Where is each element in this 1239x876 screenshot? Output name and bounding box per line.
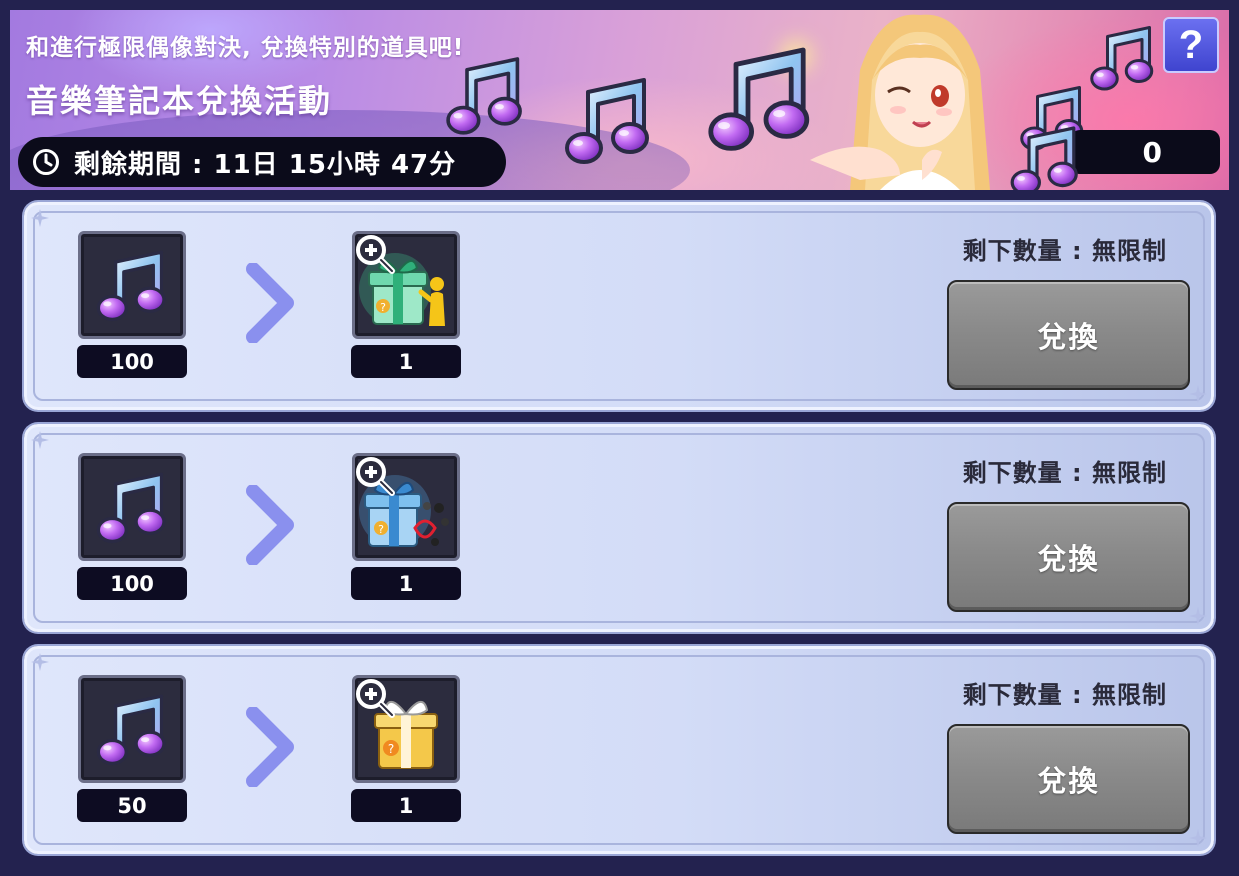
- sparkle-icon: [31, 209, 49, 227]
- music-note-icon: [700, 38, 820, 158]
- music-note-icon: [96, 694, 166, 766]
- banner-title: 音樂筆記本兌換活動: [26, 82, 333, 120]
- music-note-icon: [96, 472, 166, 544]
- cost-amount: 100: [77, 345, 187, 378]
- sparkle-icon: [31, 431, 49, 449]
- exchange-button[interactable]: 兌換: [947, 724, 1190, 834]
- zoom-in-icon[interactable]: [355, 678, 395, 718]
- sparkle-icon: [1189, 385, 1207, 403]
- exchange-button[interactable]: 兌換: [947, 502, 1190, 612]
- svg-text:?: ?: [378, 523, 384, 536]
- music-note-icon: [96, 250, 166, 322]
- music-note-icon: [440, 50, 530, 140]
- cost-item-slot: [78, 453, 186, 561]
- reward-amount: 1: [351, 567, 461, 600]
- music-note-icon: [1085, 20, 1160, 95]
- remaining-quantity-label: 剩下數量 : 無限制: [962, 237, 1167, 265]
- arrow-right-icon: [246, 707, 294, 787]
- sparkle-icon: [1189, 829, 1207, 847]
- music-note-currency-icon: [1005, 120, 1085, 190]
- music-note-icon: [558, 70, 658, 170]
- remaining-quantity-label: 剩下數量 : 無限制: [962, 459, 1167, 487]
- svg-text:?: ?: [380, 301, 386, 314]
- remaining-time-pill: 剩餘期間 : 11日 15小時 47分: [18, 137, 506, 187]
- cost-item-slot: [78, 231, 186, 339]
- cost-amount: 50: [77, 789, 187, 822]
- reward-amount: 1: [351, 345, 461, 378]
- remaining-time-text: 剩餘期間 : 11日 15小時 47分: [74, 149, 457, 180]
- exchange-button[interactable]: 兌換: [947, 280, 1190, 390]
- event-banner: 和進行極限偶像對決, 兌換特別的道具吧! 音樂筆記本兌換活動 剩餘期間 : 11…: [10, 10, 1229, 190]
- reward-amount: 1: [351, 789, 461, 822]
- sparkle-icon: [1189, 607, 1207, 625]
- cost-item-slot: [78, 675, 186, 783]
- currency-count: 0: [1142, 136, 1162, 169]
- reward-item-slot[interactable]: ?: [352, 675, 460, 783]
- reward-item-slot[interactable]: ?: [352, 231, 460, 339]
- arrow-right-icon: [246, 485, 294, 565]
- banner-subtitle: 和進行極限偶像對決, 兌換特別的道具吧!: [26, 35, 465, 61]
- svg-text:?: ?: [388, 742, 394, 756]
- cost-amount: 100: [77, 567, 187, 600]
- remaining-quantity-label: 剩下數量 : 無限制: [962, 681, 1167, 709]
- exchange-row: 100 ? 1 剩下數量 : 無限制 兌換: [24, 424, 1214, 632]
- arrow-right-icon: [246, 263, 294, 343]
- sparkle-icon: [31, 653, 49, 671]
- reward-item-slot[interactable]: ?: [352, 453, 460, 561]
- currency-counter: 0: [1070, 130, 1220, 174]
- exchange-row: 100 ? 1 剩下數量 : 無限制 兌換: [24, 202, 1214, 410]
- idol-character-image: [810, 14, 990, 190]
- exchange-row: 50 ? 1 剩下數量 : 無限制 兌換: [24, 646, 1214, 854]
- help-button[interactable]: ?: [1163, 17, 1219, 73]
- zoom-in-icon[interactable]: [355, 456, 395, 496]
- zoom-in-icon[interactable]: [355, 234, 395, 274]
- clock-icon: [33, 149, 59, 175]
